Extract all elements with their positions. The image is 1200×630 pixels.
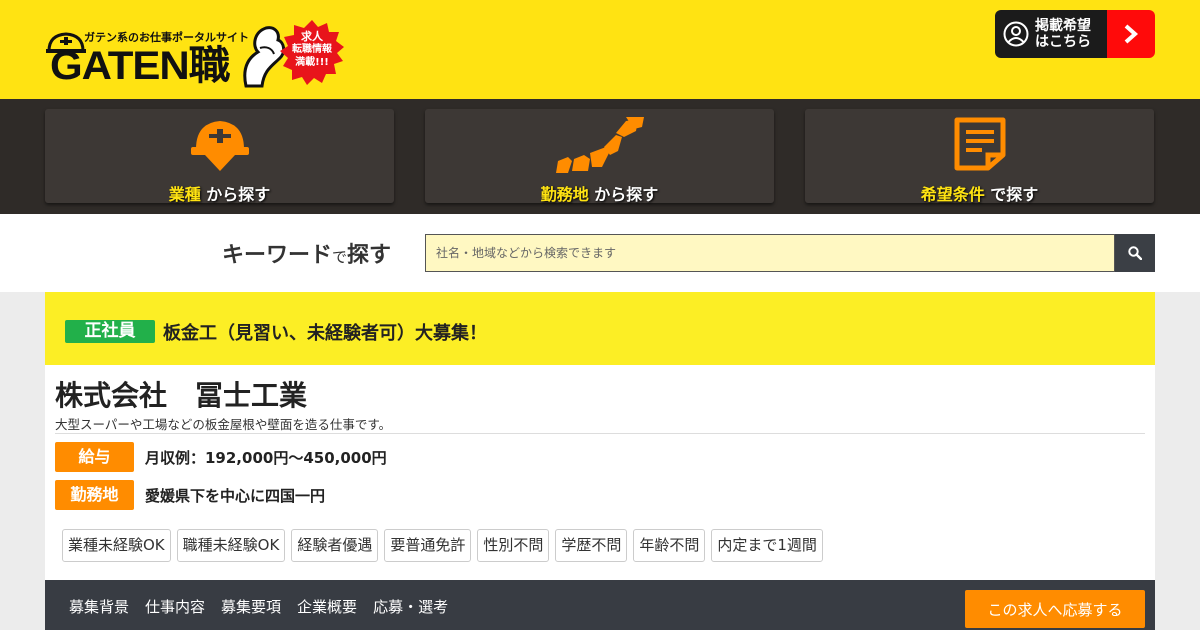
tab-background[interactable]: 募集背景 bbox=[61, 596, 137, 617]
logo-tagline: ガテン系のお仕事ポータルサイト bbox=[84, 31, 249, 44]
job-section-tabs: 募集背景 仕事内容 募集要項 企業概要 応募・選考 bbox=[61, 596, 456, 617]
nav-tile-conditions[interactable]: 希望条件 で探す bbox=[805, 109, 1154, 205]
salary-row: 給与 月収例：192,000円～450,000円 bbox=[55, 442, 387, 472]
search-nav-band: 業種 から探す 勤務地 から探す 希望条件 で探す bbox=[0, 99, 1200, 214]
nav-tile-industry[interactable]: 業種 から探す bbox=[45, 109, 394, 205]
job-section-tabbar: 募集背景 仕事内容 募集要項 企業概要 応募・選考 この求人へ応募する bbox=[45, 580, 1155, 630]
tab-company[interactable]: 企業概要 bbox=[289, 596, 365, 617]
feature-tag: 学歴不問 bbox=[555, 529, 628, 562]
job-description: 大型スーパーや工場などの板金屋根や壁面を造る仕事です。 bbox=[55, 417, 392, 432]
listing-request-text: 掲載希望 はこちら bbox=[1035, 18, 1091, 50]
tab-application[interactable]: 応募・選考 bbox=[365, 596, 456, 617]
helmet-icon bbox=[190, 121, 249, 171]
nav-tile-conditions-label: 希望条件 で探す bbox=[805, 181, 1154, 205]
divider bbox=[55, 433, 1145, 434]
employment-type-badge: 正社員 bbox=[65, 320, 155, 343]
logo-wordmark: GATEN職 bbox=[50, 44, 231, 88]
tab-requirements[interactable]: 募集要項 bbox=[213, 596, 289, 617]
job-title[interactable]: 板金工（見習い、未経験者可）大募集！ bbox=[163, 319, 487, 345]
feature-tag: 業種未経験OK bbox=[62, 529, 171, 562]
nav-tile-highlight: 業種 bbox=[168, 185, 201, 204]
nav-tile-location-label: 勤務地 から探す bbox=[425, 181, 774, 205]
nav-tile-location[interactable]: 勤務地 から探す bbox=[425, 109, 774, 205]
feature-tag: 年齢不問 bbox=[633, 529, 706, 562]
user-circle-icon bbox=[1003, 21, 1029, 47]
site-header: ガテン系のお仕事ポータルサイト GATEN職 求人 転職情報 満載!!! 掲載希… bbox=[0, 0, 1200, 99]
salary-label: 給与 bbox=[55, 442, 134, 472]
checklist-icon bbox=[954, 117, 1005, 171]
company-name: 株式会社 冨士工業 bbox=[55, 379, 308, 412]
salary-value: 月収例：192,000円～450,000円 bbox=[145, 448, 387, 467]
job-title-bar[interactable]: 正社員 板金工（見習い、未経験者可）大募集！ bbox=[45, 292, 1155, 365]
japan-map-icon bbox=[555, 117, 644, 173]
feature-tag: 職種未経験OK bbox=[176, 529, 286, 562]
logo-badge-line: 転職情報 bbox=[292, 44, 332, 55]
nav-tile-highlight: 希望条件 bbox=[920, 185, 985, 204]
feature-tag: 内定まで1週間 bbox=[711, 529, 823, 562]
feature-tag: 性別不問 bbox=[477, 529, 550, 562]
nav-tile-highlight: 勤務地 bbox=[540, 185, 589, 204]
listing-request-line2: はこちら bbox=[1035, 34, 1091, 50]
listing-request-button[interactable]: 掲載希望 はこちら bbox=[995, 10, 1155, 58]
keyword-search-band: キーワードで探す bbox=[0, 214, 1200, 292]
keyword-search-button[interactable] bbox=[1115, 234, 1155, 272]
location-row: 勤務地 愛媛県下を中心に四国一円 bbox=[55, 480, 325, 510]
search-icon bbox=[1128, 246, 1142, 260]
location-value: 愛媛県下を中心に四国一円 bbox=[145, 486, 326, 505]
keyword-search-input[interactable] bbox=[425, 234, 1115, 272]
logo-badge-line: 満載!!! bbox=[295, 57, 329, 68]
chevron-right-icon bbox=[1107, 10, 1155, 58]
nav-tile-rest: から探す bbox=[200, 185, 271, 204]
keyword-label-particle: で bbox=[332, 248, 348, 266]
feature-tag: 要普通免許 bbox=[384, 529, 472, 562]
nav-tile-rest: で探す bbox=[984, 185, 1039, 204]
nav-tile-industry-label: 業種 から探す bbox=[45, 181, 394, 205]
tab-job-content[interactable]: 仕事内容 bbox=[137, 596, 213, 617]
logo-badge-text: 求人 転職情報 満載!!! bbox=[280, 30, 344, 69]
location-label: 勤務地 bbox=[55, 480, 134, 510]
job-card: 正社員 板金工（見習い、未経験者可）大募集！ 株式会社 冨士工業 大型スーパーや… bbox=[45, 292, 1155, 630]
keyword-label-main: キーワード bbox=[222, 243, 333, 268]
listing-request-line1: 掲載希望 bbox=[1035, 18, 1091, 34]
feature-tag: 経験者優遇 bbox=[291, 529, 379, 562]
keyword-label-action: 探す bbox=[347, 243, 392, 268]
nav-tile-rest: から探す bbox=[588, 185, 659, 204]
keyword-search-label: キーワードで探す bbox=[222, 237, 391, 269]
site-logo[interactable]: ガテン系のお仕事ポータルサイト GATEN職 求人 転職情報 満載!!! bbox=[46, 18, 346, 90]
feature-tags: 業種未経験OK 職種未経験OK 経験者優遇 要普通免許 性別不問 学歴不問 年齢… bbox=[62, 529, 823, 562]
listing-request-label-area: 掲載希望 はこちら bbox=[995, 10, 1107, 58]
logo-badge-line: 求人 bbox=[301, 30, 323, 43]
apply-button[interactable]: この求人へ応募する bbox=[965, 590, 1145, 628]
